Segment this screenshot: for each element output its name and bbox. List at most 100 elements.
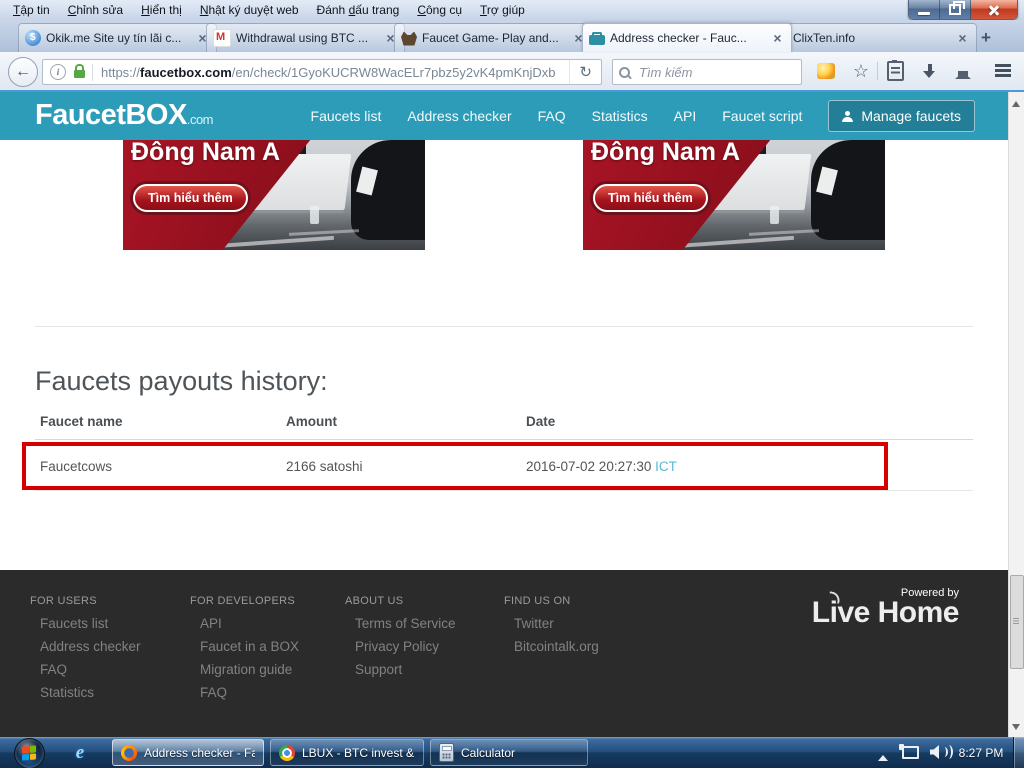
hamburger-menu-icon[interactable]: [990, 58, 1016, 84]
url-domain: faucetbox.com: [140, 64, 232, 80]
search-box[interactable]: [612, 59, 802, 85]
menu-accel: T: [480, 3, 487, 17]
menu-file[interactable]: Tập tin: [4, 1, 59, 19]
ad-cta-button[interactable]: Tìm hiểu thêm: [593, 184, 708, 212]
scrollbar-thumb[interactable]: [1010, 575, 1024, 669]
footer-column-about: ABOUT US Terms of Service Privacy Policy…: [345, 595, 456, 685]
footer-link-api[interactable]: API: [200, 616, 299, 631]
gmail-icon: [213, 29, 231, 47]
taskbar-button-label: Address checker - Fa...: [144, 745, 255, 760]
speaker-icon[interactable]: [930, 745, 939, 759]
tab-close-icon[interactable]: [955, 31, 970, 46]
footer-link-faucets-list[interactable]: Faucets list: [40, 616, 141, 631]
footer-column-users: FOR USERS Faucets list Address checker F…: [30, 595, 141, 708]
internet-explorer-icon[interactable]: [68, 741, 92, 765]
site-logo[interactable]: FaucetBOX.com: [35, 99, 214, 132]
taskbar-button-calculator[interactable]: Calculator: [430, 739, 588, 766]
ad-heading: Đông Nam A: [131, 140, 281, 166]
tab-close-icon[interactable]: [770, 31, 785, 46]
menu-history[interactable]: Nhật ký duyệt web: [191, 1, 308, 19]
scrollbar-down-icon[interactable]: [1012, 724, 1020, 734]
menu-tools[interactable]: Công cụ: [408, 1, 471, 19]
menu-help[interactable]: Trợ giúp: [471, 1, 534, 19]
scrollbar-up-icon[interactable]: [1012, 97, 1020, 107]
bookmark-star-icon[interactable]: [848, 58, 874, 84]
window-titlebar: Tập tin Chỉnh sửa Hiển thị Nhật ký duyệt…: [0, 0, 1024, 20]
restore-button[interactable]: [940, 0, 971, 19]
url-protocol: https://: [101, 64, 141, 80]
footer-heading: FOR USERS: [30, 595, 97, 607]
taskbar-button-label: Calculator: [461, 745, 516, 760]
annotation-highlight-box: [22, 442, 888, 490]
show-desktop-button[interactable]: [1013, 737, 1024, 768]
extension-app-icon[interactable]: [813, 58, 839, 84]
footer-link-dev-faq[interactable]: FAQ: [200, 685, 299, 700]
network-icon[interactable]: [899, 744, 919, 759]
reload-icon[interactable]: [569, 60, 601, 84]
tab-address-checker[interactable]: Address checker - Fauc...: [582, 23, 792, 52]
screen: Tập tin Chỉnh sửa Hiển thị Nhật ký duyệt…: [0, 0, 1024, 768]
taskbar-clock[interactable]: 8:27 PM: [952, 746, 1010, 760]
menu-edit[interactable]: Chỉnh sửa: [59, 1, 132, 19]
footer-link-faq[interactable]: FAQ: [40, 662, 141, 677]
tray-expand-icon[interactable]: [878, 750, 888, 761]
footer-link-address-checker[interactable]: Address checker: [40, 639, 141, 654]
tab-faucet-game[interactable]: Faucet Game- Play and...: [394, 23, 593, 52]
menu-bookmarks[interactable]: Đánh dấu trang: [308, 1, 409, 19]
taskbar-button-firefox[interactable]: Address checker - Fa...: [112, 739, 264, 766]
footer-link-statistics[interactable]: Statistics: [40, 685, 141, 700]
ad-banner[interactable]: Đông Nam A Tìm hiểu thêm: [583, 140, 885, 250]
menu-accel: C: [417, 3, 426, 17]
home-icon[interactable]: [950, 58, 976, 84]
nav-api[interactable]: API: [674, 108, 697, 124]
footer-link-terms[interactable]: Terms of Service: [355, 616, 456, 631]
dollar-badge-icon: [25, 30, 41, 46]
start-button[interactable]: [14, 738, 45, 768]
menu-label: iển thị: [149, 3, 182, 17]
search-input[interactable]: [637, 63, 791, 81]
close-button[interactable]: [971, 0, 1017, 19]
footer-link-migration-guide[interactable]: Migration guide: [200, 662, 299, 677]
minimize-icon: [918, 12, 930, 15]
minimize-button[interactable]: [909, 0, 940, 19]
divider: [877, 62, 878, 80]
footer-link-faucet-in-a-box[interactable]: Faucet in a BOX: [200, 639, 299, 654]
taskbar-button-chrome[interactable]: LBUX - BTC invest & ...: [270, 739, 424, 766]
tab-gmail[interactable]: Withdrawal using BTC ...: [206, 23, 405, 52]
url-bar[interactable]: https://faucetbox.com/en/check/1GyoKUCRW…: [42, 59, 602, 85]
taskbar-button-label: LBUX - BTC invest & ...: [302, 745, 415, 760]
footer-link-twitter[interactable]: Twitter: [514, 616, 599, 631]
nav-faucet-script[interactable]: Faucet script: [722, 108, 802, 124]
bookmarks-panel-icon[interactable]: [882, 58, 908, 84]
calculator-icon: [439, 743, 454, 762]
footer-heading: FOR DEVELOPERS: [190, 595, 296, 607]
page-viewport: FaucetBOX.com Faucets list Address check…: [0, 92, 1008, 737]
ad-cta-button[interactable]: Tìm hiểu thêm: [133, 184, 248, 212]
firefox-icon: [121, 744, 137, 761]
back-button[interactable]: [8, 57, 38, 87]
lock-icon[interactable]: [74, 63, 85, 78]
nav-statistics[interactable]: Statistics: [592, 108, 648, 124]
tab-title: Faucet Game- Play and...: [422, 31, 559, 45]
ad-banner[interactable]: Đông Nam A Tìm hiểu thêm: [123, 140, 425, 250]
footer-link-support[interactable]: Support: [355, 662, 456, 677]
tab-title: Okik.me Site uy tín lãi c...: [46, 31, 182, 45]
nav-address-checker[interactable]: Address checker: [407, 108, 511, 124]
footer-link-bitcointalk[interactable]: Bitcointalk.org: [514, 639, 599, 654]
tab-okik[interactable]: Okik.me Site uy tín lãi c...: [18, 23, 217, 52]
downloads-icon[interactable]: [916, 58, 942, 84]
window-controls: [908, 0, 1018, 20]
nav-faq[interactable]: FAQ: [538, 108, 566, 124]
page-info-icon[interactable]: [50, 64, 66, 80]
manage-faucets-button[interactable]: Manage faucets: [828, 100, 975, 132]
tab-clixten[interactable]: ClixTen.info: [781, 23, 977, 52]
new-tab-button[interactable]: [976, 28, 996, 46]
column-header-faucet-name: Faucet name: [40, 414, 123, 429]
livehome-logo[interactable]: Live Home: [812, 591, 960, 630]
footer-heading: ABOUT US: [345, 595, 404, 607]
footer-link-privacy[interactable]: Privacy Policy: [355, 639, 456, 654]
briefcase-icon: [589, 32, 605, 45]
menu-view[interactable]: Hiển thị: [132, 1, 191, 19]
nav-faucets-list[interactable]: Faucets list: [311, 108, 382, 124]
windows-logo-icon: [22, 745, 36, 761]
